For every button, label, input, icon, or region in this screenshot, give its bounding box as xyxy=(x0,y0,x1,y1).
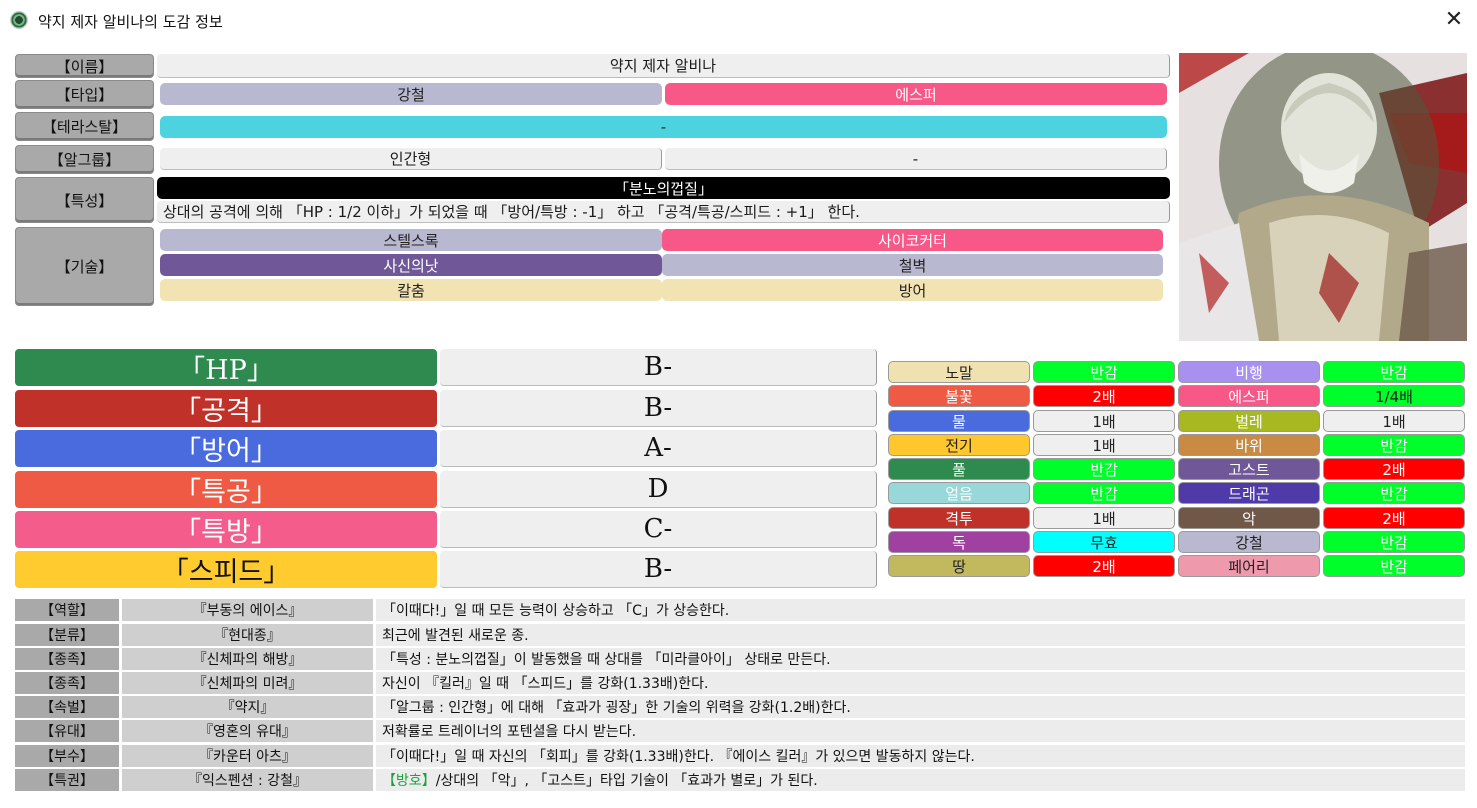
ability-description: 상대의 공격에 의해 「HP : 1/2 이하」가 되었을 때 「방어/특방 :… xyxy=(157,201,1170,223)
move-slot-1: 스텔스록 xyxy=(160,229,662,251)
type-electric: 전기 xyxy=(888,434,1030,456)
trait-description: 「이때다!」일 때 자신의 「회피」를 강화(1.33배)한다. 『에이스 킬러… xyxy=(376,745,1465,767)
move-slot-4: 철벽 xyxy=(662,254,1163,276)
eff-psychic: 1/4배 xyxy=(1323,385,1465,407)
type-psychic: 에스퍼 xyxy=(1178,385,1320,407)
stat-name-sp-attack: 「특공」 xyxy=(15,471,437,508)
trait-description: 「알그룹 : 인간형」에 대해 「효과가 굉장」한 기술의 위력을 강화(1.2… xyxy=(376,696,1465,718)
type-label: 【타입】 xyxy=(15,80,154,109)
window-title: 약지 제자 알비나의 도감 정보 xyxy=(38,13,223,31)
trait-label: 【유대】 xyxy=(15,720,119,742)
eff-fighting: 1배 xyxy=(1033,507,1175,529)
type-water: 물 xyxy=(888,410,1030,432)
eff-electric: 1배 xyxy=(1033,434,1175,456)
trait-name: 『현대종』 xyxy=(122,624,373,646)
type-bug: 벌레 xyxy=(1178,410,1320,432)
type-psychic-badge: 에스퍼 xyxy=(665,83,1167,105)
stat-grade-defense: A- xyxy=(440,430,877,467)
move-slot-6: 방어 xyxy=(662,279,1163,301)
eff-dark: 2배 xyxy=(1323,507,1465,529)
eff-steel: 반감 xyxy=(1323,531,1465,553)
type-ice: 얼음 xyxy=(888,482,1030,504)
trait-desc-prefix: 【방호】 xyxy=(382,773,436,789)
eff-ghost: 2배 xyxy=(1323,458,1465,480)
trait-description: 「특성 : 분노의껍질」이 발동했을 때 상대를 「미라클아이」 상태로 만든다… xyxy=(376,648,1465,670)
trait-label: 【속벌】 xyxy=(15,696,119,718)
trait-description: /상대의 「악」, 「고스트」타입 기술이 「효과가 별로」가 된다. xyxy=(435,773,818,789)
move-slot-5: 칼춤 xyxy=(160,279,662,301)
trait-label: 【역할】 xyxy=(15,599,119,621)
egg-group-2: - xyxy=(665,148,1167,170)
stat-grade-speed: B- xyxy=(440,551,877,588)
eff-fire: 2배 xyxy=(1033,385,1175,407)
trait-description: 자신이 『킬러』일 때 「스피드」를 강화(1.33배)한다. xyxy=(376,672,1465,694)
eff-bug: 1배 xyxy=(1323,410,1465,432)
type-normal: 노말 xyxy=(888,361,1030,383)
type-steel: 강철 xyxy=(1178,531,1320,553)
trait-label: 【특권】 xyxy=(15,769,119,791)
stat-grade-attack: B- xyxy=(440,390,877,427)
trait-label: 【종족】 xyxy=(15,672,119,694)
trait-description: 저확률로 트레이너의 포텐셜을 다시 받는다. xyxy=(376,720,1465,742)
type-poison: 독 xyxy=(888,531,1030,553)
type-fairy: 페어리 xyxy=(1178,555,1320,577)
stat-name-attack: 「공격」 xyxy=(15,390,437,427)
type-dark: 악 xyxy=(1178,507,1320,529)
pokemon-portrait xyxy=(1179,53,1467,341)
trait-name: 『카운터 아츠』 xyxy=(122,745,373,767)
pokemon-name: 약지 제자 알비나 xyxy=(157,54,1170,78)
trait-description: 최근에 발견된 새로운 종. xyxy=(376,624,1465,646)
stat-grade-hp: B- xyxy=(440,349,877,386)
eff-ground: 2배 xyxy=(1033,555,1175,577)
trait-description: 「이때다!」일 때 모든 능력이 상승하고 「C」가 상승한다. xyxy=(376,599,1465,621)
trait-name: 『부동의 에이스』 xyxy=(122,599,373,621)
ability-label: 【특성】 xyxy=(15,177,154,223)
stat-name-speed: 「스피드」 xyxy=(15,551,437,588)
stat-grade-sp-attack: D xyxy=(440,471,877,508)
type-ghost: 고스트 xyxy=(1178,458,1320,480)
type-fire: 불꽃 xyxy=(888,385,1030,407)
trait-name: 『영혼의 유대』 xyxy=(122,720,373,742)
eff-flying: 반감 xyxy=(1323,361,1465,383)
stat-name-defense: 「방어」 xyxy=(15,430,437,467)
egg-group-1: 인간형 xyxy=(160,148,662,170)
trait-name: 『익스펜션 : 강철』 xyxy=(122,769,373,791)
title-bar: 약지 제자 알비나의 도감 정보 ✕ xyxy=(0,0,1477,42)
tera-label: 【테라스탈】 xyxy=(15,112,154,141)
type-flying: 비행 xyxy=(1178,361,1320,383)
close-button[interactable]: ✕ xyxy=(1440,6,1468,34)
eff-dragon: 반감 xyxy=(1323,482,1465,504)
tera-type-badge: - xyxy=(160,116,1167,138)
trait-name: 『약지』 xyxy=(122,696,373,718)
stat-name-sp-defense: 「특방」 xyxy=(15,511,437,548)
move-slot-3: 사신의낫 xyxy=(160,254,662,276)
trait-name: 『신체파의 미려』 xyxy=(122,672,373,694)
type-ground: 땅 xyxy=(888,555,1030,577)
type-fighting: 격투 xyxy=(888,507,1030,529)
trait-description-row: 【방호】/상대의 「악」, 「고스트」타입 기술이 「효과가 별로」가 된다. xyxy=(376,769,1465,791)
ability-name: 「분노의껍질」 xyxy=(157,177,1170,199)
egg-group-label: 【알그룹】 xyxy=(15,145,154,174)
type-rock: 바위 xyxy=(1178,434,1320,456)
trait-name: 『신체파의 해방』 xyxy=(122,648,373,670)
trait-label: 【부수】 xyxy=(15,745,119,767)
stat-name-hp: 「HP」 xyxy=(15,349,437,386)
trait-label: 【종족】 xyxy=(15,648,119,670)
eff-ice: 반감 xyxy=(1033,482,1175,504)
eff-grass: 반감 xyxy=(1033,458,1175,480)
type-steel-badge: 강철 xyxy=(160,83,662,105)
app-icon xyxy=(10,11,28,29)
eff-poison: 무효 xyxy=(1033,531,1175,553)
name-label: 【이름】 xyxy=(15,54,154,78)
type-dragon: 드래곤 xyxy=(1178,482,1320,504)
moves-label: 【기술】 xyxy=(15,227,154,306)
eff-rock: 반감 xyxy=(1323,434,1465,456)
eff-normal: 반감 xyxy=(1033,361,1175,383)
stat-grade-sp-defense: C- xyxy=(440,511,877,548)
type-grass: 풀 xyxy=(888,458,1030,480)
move-slot-2: 사이코커터 xyxy=(662,229,1163,251)
eff-water: 1배 xyxy=(1033,410,1175,432)
trait-label: 【분류】 xyxy=(15,624,119,646)
eff-fairy: 반감 xyxy=(1323,555,1465,577)
